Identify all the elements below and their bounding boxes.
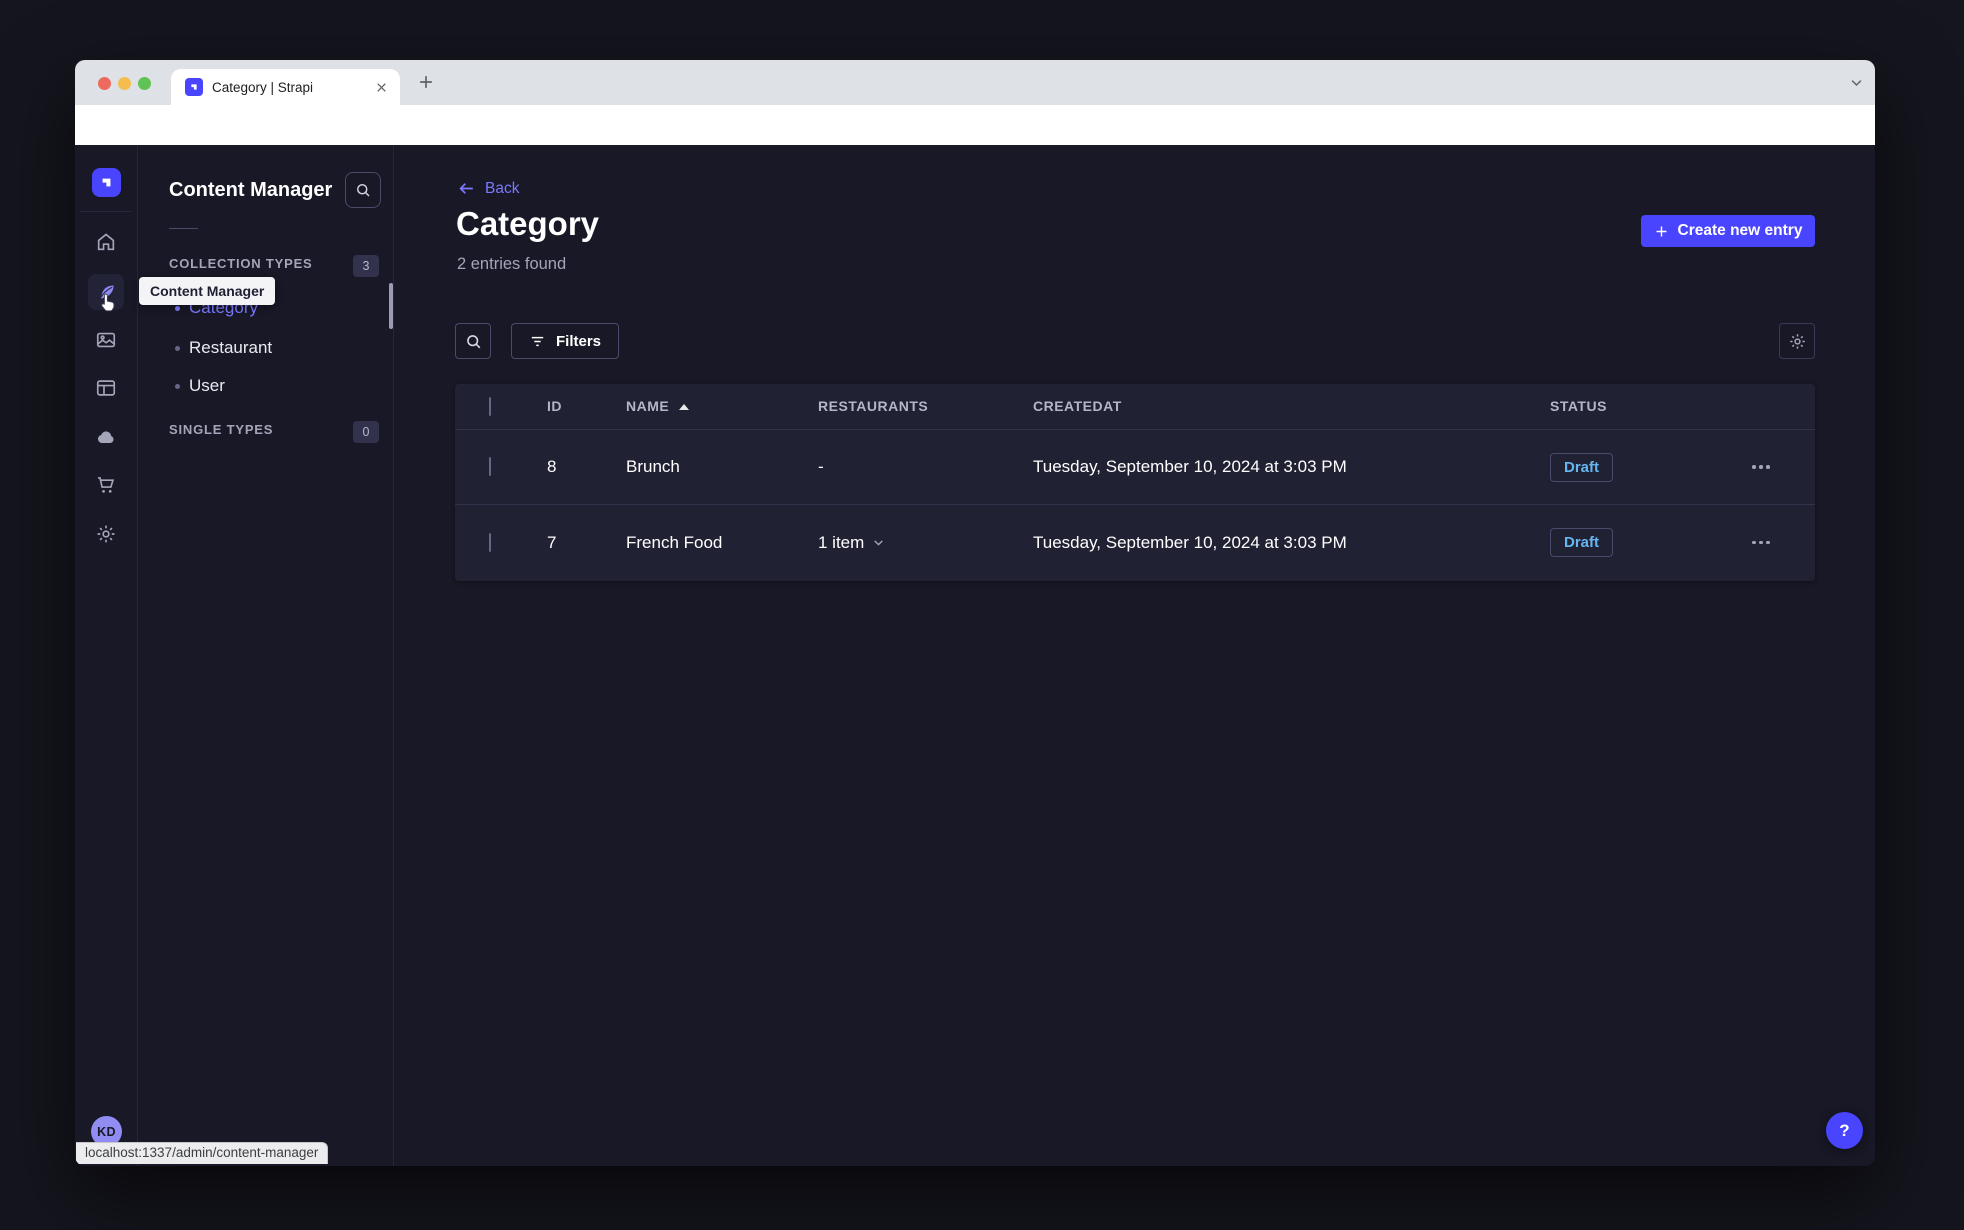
plus-icon <box>1656 226 1667 236</box>
row-actions-menu-icon[interactable] <box>1752 455 1786 479</box>
strapi-app: KD Content Manager COLLECTION TYPES 3 Ca… <box>75 145 1875 1166</box>
filter-icon <box>531 336 544 346</box>
help-button[interactable]: ? <box>1826 1112 1863 1149</box>
bullet-icon <box>175 383 180 389</box>
filters-button[interactable]: Filters <box>511 323 620 359</box>
sort-ascending-icon <box>679 403 690 410</box>
row-checkbox[interactable] <box>489 457 491 476</box>
browser-window: Category | Strapi localhost:1337/admin/c… <box>75 60 1875 1166</box>
mouse-cursor <box>96 291 118 315</box>
cell-id: 8 <box>547 457 557 476</box>
subnav-divider <box>169 228 198 229</box>
main-content: Back Category 2 entries found Create new… <box>394 145 1875 1166</box>
collection-types-label: COLLECTION TYPES <box>169 256 313 271</box>
strapi-logo-icon[interactable] <box>92 168 121 197</box>
cell-createdat: Tuesday, September 10, 2024 at 3:03 PM <box>1033 532 1347 552</box>
status-badge: Draft <box>1550 528 1614 557</box>
bullet-icon <box>175 305 180 311</box>
fullscreen-window-button[interactable] <box>138 77 151 90</box>
media-library-icon[interactable] <box>95 329 117 351</box>
chevron-down-icon <box>874 540 884 546</box>
status-badge: Draft <box>1550 452 1614 482</box>
page-title: Category <box>456 205 600 242</box>
single-types-label: SINGLE TYPES <box>169 422 274 437</box>
subnav-scrollbar[interactable] <box>389 283 393 329</box>
table-row[interactable]: 8 Brunch - Tuesday, September 10, 2024 a… <box>455 430 1815 505</box>
header-name[interactable]: NAME <box>626 398 818 416</box>
select-all-checkbox[interactable] <box>489 396 491 416</box>
close-window-button[interactable] <box>98 77 111 90</box>
subnav-title: Content Manager <box>169 179 333 201</box>
header-checkbox-cell <box>455 396 523 416</box>
entries-table: ID NAME RESTAURANTS CREATEDAT STATUS 8 B… <box>455 384 1815 581</box>
header-id[interactable]: ID <box>523 398 626 416</box>
rail-divider <box>80 211 132 212</box>
tab-title: Category | Strapi <box>212 79 314 95</box>
home-icon[interactable] <box>95 231 117 253</box>
back-link[interactable]: Back <box>457 179 519 198</box>
row-actions-menu-icon[interactable] <box>1752 531 1786 555</box>
new-tab-button[interactable] <box>416 72 436 92</box>
restaurants-expand-toggle[interactable]: 1 item <box>818 533 1033 553</box>
subnav-search-button[interactable] <box>345 172 381 208</box>
collection-types-count-badge: 3 <box>353 255 379 277</box>
single-types-count-badge: 0 <box>353 421 379 443</box>
cell-restaurants: - <box>818 457 824 476</box>
header-createdat: CREATEDAT <box>1033 397 1122 414</box>
marketplace-cart-icon[interactable] <box>95 474 117 496</box>
table-row[interactable]: 7 French Food 1 item Tuesday, September … <box>455 505 1815 580</box>
back-arrow-icon <box>459 183 473 194</box>
header-restaurants: RESTAURANTS <box>818 397 929 414</box>
tab-search-chevron-icon[interactable] <box>1849 75 1864 90</box>
content-type-builder-icon[interactable] <box>95 377 117 399</box>
browser-tab[interactable]: Category | Strapi <box>171 69 400 105</box>
rail-tooltip: Content Manager <box>139 277 276 305</box>
row-checkbox[interactable] <box>489 532 491 552</box>
sidebar-item-user[interactable]: User <box>175 374 225 398</box>
gear-icon <box>1789 333 1805 349</box>
cell-name: Brunch <box>626 457 680 476</box>
bullet-icon <box>175 345 180 351</box>
settings-gear-icon[interactable] <box>95 523 117 545</box>
cloud-icon[interactable] <box>95 426 117 448</box>
sidebar-item-restaurant[interactable]: Restaurant <box>175 336 272 360</box>
configure-view-button[interactable] <box>1779 323 1815 359</box>
create-new-entry-button[interactable]: Create new entry <box>1641 215 1815 247</box>
table-header-row: ID NAME RESTAURANTS CREATEDAT STATUS <box>455 384 1815 430</box>
link-status-bar: localhost:1337/admin/content-manager <box>76 1142 329 1164</box>
strapi-favicon-icon <box>185 78 203 96</box>
browser-toolbar: localhost:1337/admin/content-manager/col… <box>75 105 1875 185</box>
header-status: STATUS <box>1550 397 1607 414</box>
entries-count: 2 entries found <box>457 255 567 273</box>
cell-createdat: Tuesday, September 10, 2024 at 3:03 PM <box>1033 457 1347 476</box>
table-search-button[interactable] <box>455 323 491 359</box>
browser-tab-bar: Category | Strapi <box>75 60 1875 105</box>
search-icon <box>466 334 480 348</box>
cell-name: French Food <box>626 532 723 552</box>
tab-close-icon[interactable] <box>375 81 388 94</box>
cell-id: 7 <box>547 532 557 552</box>
minimize-window-button[interactable] <box>118 77 131 90</box>
